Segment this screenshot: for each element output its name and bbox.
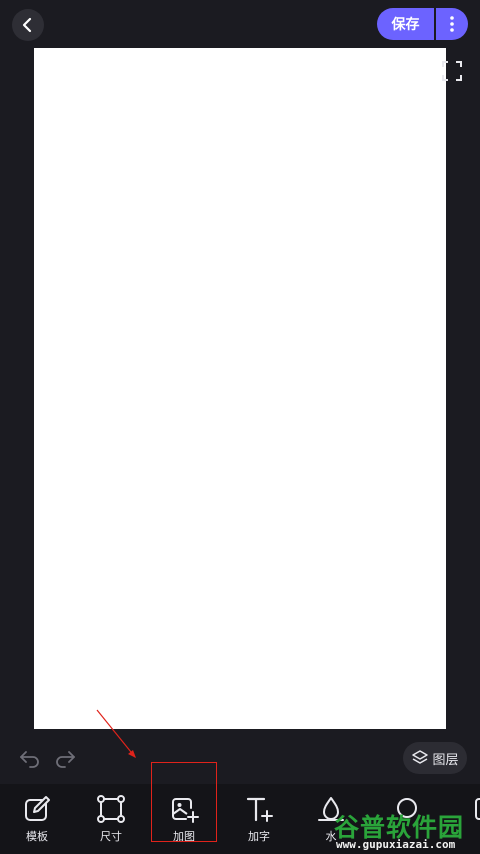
fullscreen-button[interactable] [441, 60, 463, 82]
toolbar-item-label: 尺寸 [100, 830, 122, 843]
toolbar-item-template[interactable]: 模板 [12, 794, 62, 846]
toolbar-item-label: 加字 [248, 830, 270, 843]
chevron-left-icon [22, 17, 32, 33]
resize-icon [97, 795, 125, 823]
fullscreen-icon [442, 61, 462, 81]
highlight-box [151, 762, 217, 842]
layers-button[interactable]: 图层 [403, 742, 467, 774]
undo-button[interactable] [18, 746, 42, 770]
watermark-url: www.gupuxiazai.com [336, 838, 456, 851]
edit-icon [25, 796, 50, 821]
annotation-arrow-icon [96, 709, 136, 758]
toolbar-item-add-text[interactable]: 加字 [234, 794, 284, 846]
undo-icon [20, 751, 39, 768]
design-canvas[interactable] [34, 48, 446, 729]
more-button[interactable] [436, 8, 468, 40]
toolbar-item-label: 模板 [26, 830, 48, 843]
layers-label: 图层 [432, 752, 459, 768]
layers-icon [412, 750, 429, 764]
save-button[interactable]: 保存 [377, 8, 434, 40]
save-group: 保存 [377, 8, 468, 40]
redo-icon [56, 751, 75, 768]
redo-button[interactable] [53, 746, 77, 770]
back-button[interactable] [12, 9, 44, 41]
add-text-icon [246, 797, 273, 822]
site-watermark: 谷普软件园 www.gupuxiazai.com [334, 806, 480, 854]
more-vertical-icon [450, 16, 454, 32]
toolbar-item-size[interactable]: 尺寸 [86, 794, 136, 846]
